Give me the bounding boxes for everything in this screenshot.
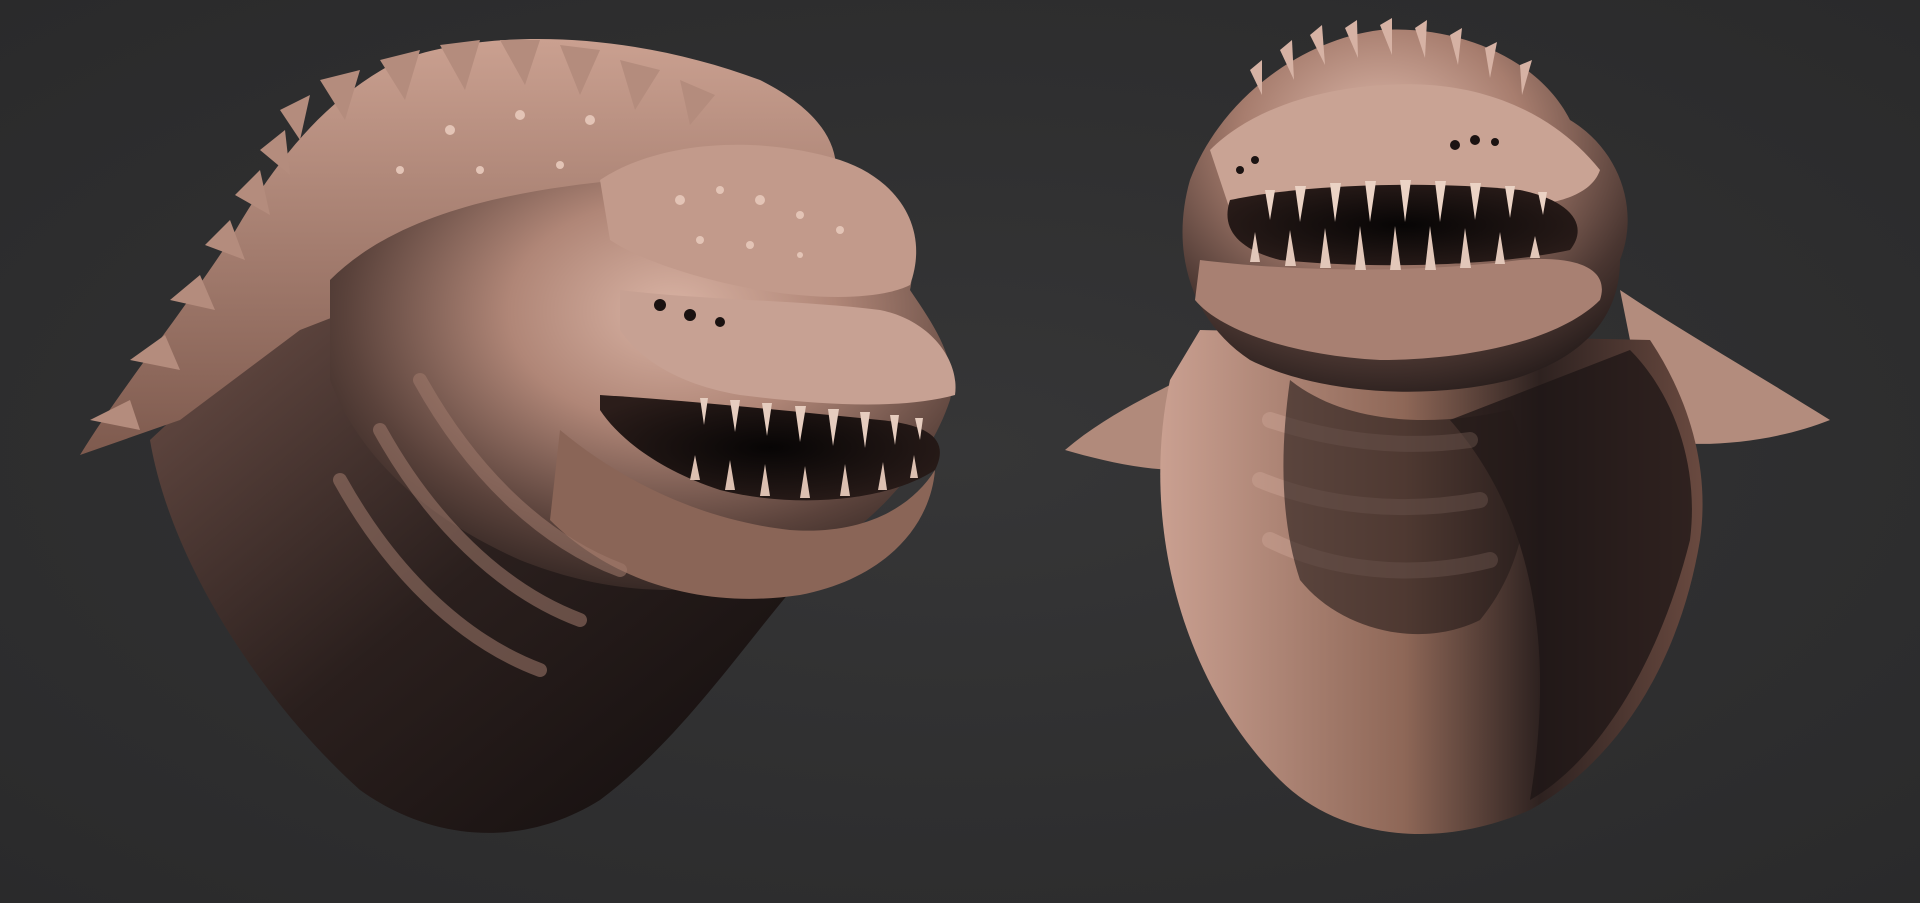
creature-head-front-view — [1065, 18, 1830, 834]
sculpt-render-scene — [80, 18, 1830, 834]
render-canvas — [0, 0, 1920, 903]
creature-head-side-view — [80, 38, 956, 833]
